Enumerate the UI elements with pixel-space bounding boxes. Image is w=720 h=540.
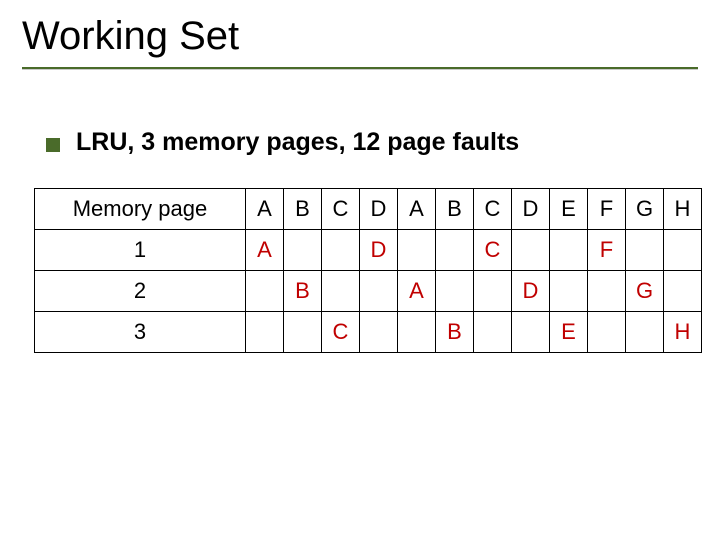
col-header: F xyxy=(588,189,626,230)
cell xyxy=(360,271,398,312)
cell xyxy=(512,312,550,353)
col-header: C xyxy=(474,189,512,230)
cell: C xyxy=(322,312,360,353)
cell xyxy=(398,230,436,271)
title-underline xyxy=(22,67,698,69)
cell xyxy=(284,230,322,271)
cell: B xyxy=(436,312,474,353)
cell xyxy=(512,230,550,271)
cell: C xyxy=(474,230,512,271)
table-header-row: Memory page A B C D A B C D E F G H xyxy=(35,189,702,230)
cell xyxy=(550,271,588,312)
col-header: B xyxy=(436,189,474,230)
cell xyxy=(436,271,474,312)
cell xyxy=(246,271,284,312)
row-label: 2 xyxy=(35,271,246,312)
col-header: G xyxy=(626,189,664,230)
cell: D xyxy=(360,230,398,271)
col-header: D xyxy=(360,189,398,230)
title-block: Working Set xyxy=(22,14,698,69)
cell xyxy=(474,312,512,353)
cell xyxy=(664,230,702,271)
cell: A xyxy=(398,271,436,312)
bullet-icon xyxy=(46,138,60,152)
slide: Working Set LRU, 3 memory pages, 12 page… xyxy=(0,0,720,540)
cell xyxy=(588,271,626,312)
row-label: 1 xyxy=(35,230,246,271)
col-header: C xyxy=(322,189,360,230)
cell xyxy=(436,230,474,271)
cell xyxy=(474,271,512,312)
cell xyxy=(322,230,360,271)
cell: B xyxy=(284,271,322,312)
col-header: B xyxy=(284,189,322,230)
cell xyxy=(284,312,322,353)
col-header: E xyxy=(550,189,588,230)
cell: F xyxy=(588,230,626,271)
cell: E xyxy=(550,312,588,353)
col-header: A xyxy=(398,189,436,230)
col-header: D xyxy=(512,189,550,230)
table-row: 2 B A D G xyxy=(35,271,702,312)
cell xyxy=(626,312,664,353)
cell xyxy=(360,312,398,353)
table-row: 1 A D C F xyxy=(35,230,702,271)
cell xyxy=(246,312,284,353)
bullet-text: LRU, 3 memory pages, 12 page faults xyxy=(76,128,519,157)
cell xyxy=(322,271,360,312)
cell: G xyxy=(626,271,664,312)
cell: D xyxy=(512,271,550,312)
row-label-header: Memory page xyxy=(35,189,246,230)
cell xyxy=(588,312,626,353)
cell xyxy=(664,271,702,312)
cell: A xyxy=(246,230,284,271)
cell xyxy=(626,230,664,271)
cell: H xyxy=(664,312,702,353)
cell xyxy=(398,312,436,353)
slide-title: Working Set xyxy=(22,14,698,65)
cell xyxy=(550,230,588,271)
memory-table: Memory page A B C D A B C D E F G H 1 A … xyxy=(34,188,702,353)
bullet-line: LRU, 3 memory pages, 12 page faults xyxy=(46,128,519,157)
col-header: H xyxy=(664,189,702,230)
row-label: 3 xyxy=(35,312,246,353)
table-row: 3 C B E H xyxy=(35,312,702,353)
col-header: A xyxy=(246,189,284,230)
